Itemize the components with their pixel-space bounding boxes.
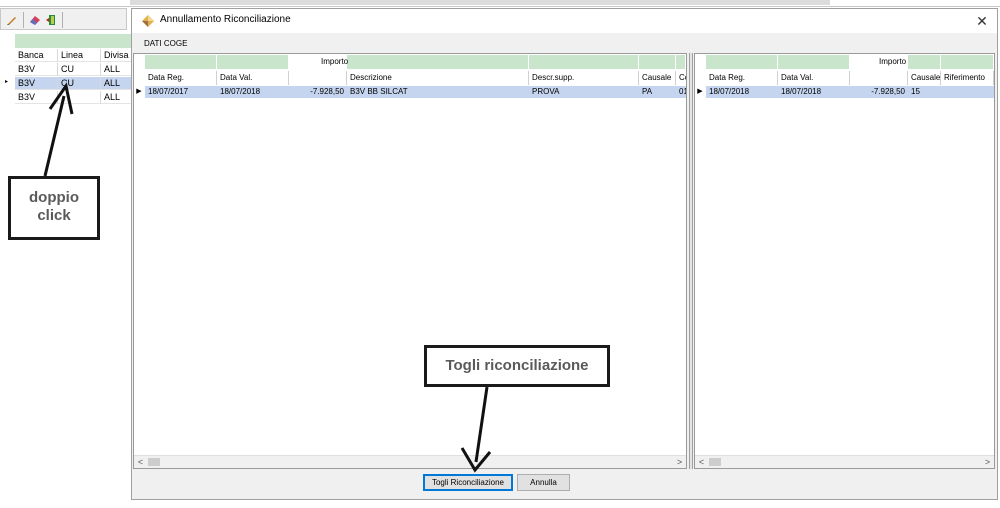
arrow-to-button [460,386,492,473]
arrow-to-grid-row [43,82,74,177]
annotation-arrows [43,82,492,473]
